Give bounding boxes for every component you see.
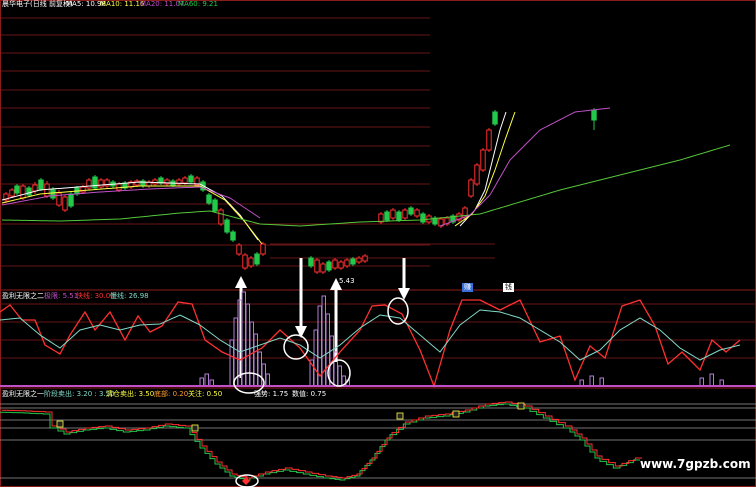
- panel2-fast-label: 快线: 30.00: [76, 292, 115, 300]
- osc-bar-1: [233, 317, 238, 387]
- candle-body-19: [116, 183, 122, 191]
- candle-body-11: [68, 193, 74, 207]
- osc-small-bar-7: [709, 373, 714, 387]
- candle-body-15: [92, 176, 98, 189]
- candle-body-5: [32, 184, 38, 192]
- candle-body-40: [242, 254, 248, 269]
- candle-body-51: [350, 258, 356, 265]
- osc-bar-17: [337, 365, 342, 387]
- ma10-label: MA10: 11.16: [100, 0, 145, 8]
- candle-body-73: [492, 111, 498, 125]
- panel2-tag-1: 赚: [462, 283, 473, 292]
- panel3-bottom-label: 底部: 0.20: [154, 390, 189, 398]
- candle-body-6: [38, 179, 44, 190]
- bottom-marker-1: [191, 424, 199, 432]
- candle-body-42: [254, 253, 260, 265]
- panel2-tag-2: 钱: [503, 283, 514, 292]
- candle-body-46: [320, 263, 326, 273]
- candle-body-44: [308, 257, 314, 267]
- panel3-strong-label: 强势: 1.75: [254, 390, 289, 398]
- candle-body-16: [98, 179, 104, 188]
- osc-small-bar-5: [599, 377, 604, 387]
- candle-body-43: [260, 243, 266, 255]
- panel2-slow-label: 慢线: 26.98: [110, 292, 149, 300]
- candle-body-72: [486, 129, 492, 151]
- panel2-title: 盈利无限之二: [2, 292, 44, 300]
- bottom-marker-2: [396, 412, 404, 420]
- stock-name: 晨华电子(日线 前复权): [2, 0, 73, 8]
- candle-body-4: [26, 187, 32, 196]
- candle-body-35: [212, 199, 218, 212]
- osc-fast-line: [0, 299, 741, 389]
- panel3-focus-label: 关注: 0.50: [188, 390, 223, 398]
- arrow-up-1-head: [235, 276, 247, 288]
- osc-bar-7: [257, 351, 262, 387]
- candle-body-71: [480, 149, 486, 171]
- candle-body-13: [80, 186, 86, 193]
- candle-body-45: [314, 259, 320, 273]
- candle-body-22: [134, 180, 140, 186]
- bottom-marker-3: [452, 410, 460, 418]
- candle-body-57: [396, 211, 402, 221]
- panel3-title: 盈利无限之一: [2, 390, 44, 398]
- candle-body-37: [224, 219, 230, 233]
- osc-bar-9: [265, 373, 270, 387]
- candle-body-59: [408, 207, 414, 215]
- candle-body-38: [230, 231, 236, 241]
- bottom-marker-0: [56, 420, 64, 428]
- candle-body-3: [20, 185, 26, 199]
- stock-chart-screen: 晨华电子(日线 前复权) MA5: 10.98 MA10: 11.16 MA20…: [0, 0, 756, 487]
- candle-body-55: [384, 211, 390, 221]
- candle-body-36: [218, 209, 224, 225]
- osc-bar-6: [253, 333, 258, 387]
- candle-body-58: [402, 209, 408, 219]
- watermark-text: www.7gpzb.com: [640, 457, 751, 471]
- panel3-value-label: 数值: 0.75: [292, 390, 327, 398]
- highlight-circle-1: [283, 334, 309, 360]
- candle-body-14: [86, 179, 92, 189]
- candle-body-34: [206, 194, 212, 204]
- candle-body-2: [14, 185, 20, 194]
- chart-canvas: [0, 0, 756, 487]
- outer-border: [0, 0, 756, 487]
- candle-body-52: [356, 257, 362, 263]
- osc-bar-3: [241, 291, 246, 387]
- highlight-circle-2: [327, 359, 351, 387]
- candle-body-70: [474, 164, 480, 185]
- osc-small-bar-6: [699, 377, 704, 387]
- candle-body-30: [182, 177, 188, 184]
- candle-body-8: [50, 189, 56, 199]
- candle-body-69: [468, 179, 474, 197]
- bottom-step-line-green: [0, 403, 640, 481]
- osc-small-bar-0: [199, 377, 204, 387]
- candle-body-74: [591, 109, 597, 121]
- candle-body-41: [248, 257, 254, 267]
- candle-body-61: [420, 213, 426, 223]
- candle-body-39: [236, 244, 242, 255]
- candle-body-1: [9, 189, 15, 197]
- ma60-label: MA60: 9.21: [178, 0, 218, 8]
- price-annotation: 5.43: [339, 277, 355, 285]
- candle-body-31: [188, 175, 194, 183]
- candle-body-53: [362, 255, 368, 262]
- bottom-marker-4: [517, 402, 525, 410]
- candle-body-56: [390, 209, 396, 219]
- candle-body-60: [414, 209, 420, 217]
- panel3-clear-sell-label: 清仓卖出: 3.50: [106, 390, 155, 398]
- panel2-limit-label: 极限: 5.51: [44, 292, 79, 300]
- candle-body-50: [344, 259, 350, 267]
- highlight-circle-3: [387, 297, 409, 325]
- candle-body-47: [326, 261, 332, 271]
- panel3-stage-sell-label: 阶段卖出: 3.20 : 3.50: [44, 390, 115, 398]
- osc-small-bar-4: [589, 375, 594, 387]
- candle-body-48: [332, 259, 338, 269]
- candle-body-10: [62, 196, 68, 211]
- candle-body-49: [338, 261, 344, 269]
- osc-slow-line: [0, 309, 741, 361]
- osc-small-bar-1: [204, 373, 209, 387]
